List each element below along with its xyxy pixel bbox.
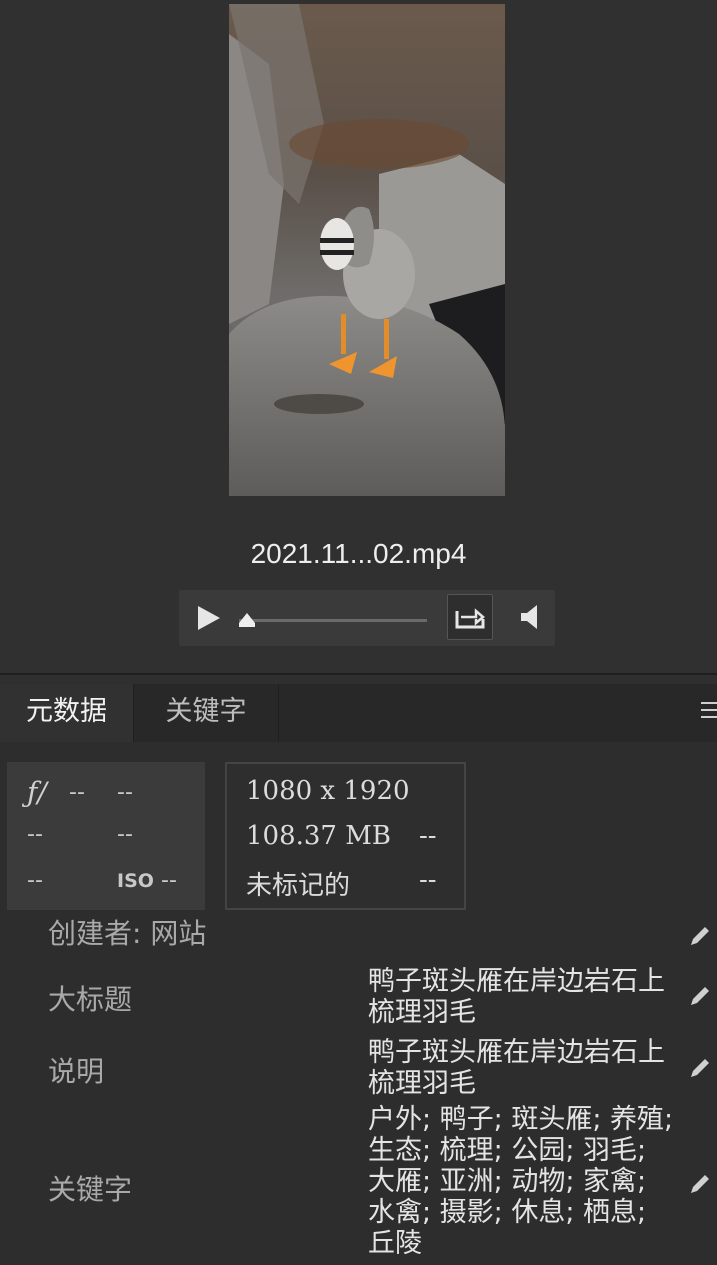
loop-icon bbox=[455, 608, 485, 629]
camera-field-a: -- bbox=[27, 822, 43, 847]
file-info-box: 1080 x 1920 108.37 MB -- 未标记的 -- bbox=[225, 762, 466, 910]
file-name: 2021.11...02.mp4 bbox=[250, 538, 467, 569]
panel-menu-icon[interactable] bbox=[701, 702, 717, 724]
tab-metadata[interactable]: 元数据 bbox=[0, 684, 134, 742]
headline-label: 大标题 bbox=[48, 983, 133, 1016]
description-label: 说明 bbox=[48, 1055, 105, 1088]
edit-pencil-icon[interactable] bbox=[688, 1172, 712, 1196]
video-player-controls bbox=[179, 590, 555, 646]
preview-pane: 2021.11...02.mp4 bbox=[0, 0, 717, 672]
creator-text: 创建者: 网站 bbox=[48, 918, 207, 948]
keywords-value[interactable]: 户外; 鸭子; 斑头雁; 养殖; 生态; 梳理; 公园; 羽毛; 大雁; 亚洲;… bbox=[368, 1104, 680, 1264]
label-status: 未标记的 bbox=[246, 871, 351, 901]
tab-keywords[interactable]: 关键字 bbox=[134, 684, 279, 742]
iso-label: ISO bbox=[117, 870, 154, 892]
label-extra: -- bbox=[419, 865, 437, 895]
volume-button[interactable] bbox=[517, 602, 547, 632]
edit-pencil-icon[interactable] bbox=[688, 1056, 712, 1080]
volume-icon bbox=[521, 605, 537, 629]
shutter-value: -- bbox=[117, 780, 133, 805]
edit-pencil-icon[interactable] bbox=[688, 924, 712, 948]
loop-button[interactable] bbox=[447, 594, 493, 640]
fstop-value: -- bbox=[69, 780, 85, 805]
iso-value: -- bbox=[161, 868, 177, 893]
edit-pencil-icon[interactable] bbox=[688, 984, 712, 1008]
video-thumbnail[interactable] bbox=[229, 4, 505, 496]
camera-field-b: -- bbox=[117, 822, 133, 847]
fstop-symbol: ƒ/ bbox=[27, 776, 47, 809]
camera-field-c: -- bbox=[27, 868, 43, 893]
creator-row: 创建者: 网站 bbox=[0, 918, 717, 948]
headline-value[interactable]: 鸭子斑头雁在岸边岩石上梳理羽毛 bbox=[368, 966, 680, 1028]
play-icon bbox=[198, 606, 220, 630]
panel-tabbar: 元数据 关键字 bbox=[0, 684, 717, 742]
keywords-label: 关键字 bbox=[48, 1173, 133, 1206]
file-size: 108.37 MB bbox=[246, 821, 391, 851]
play-button[interactable] bbox=[193, 603, 223, 633]
camera-info-box: ƒ/ -- -- -- -- -- ISO -- bbox=[7, 762, 205, 910]
pane-divider[interactable] bbox=[0, 673, 717, 675]
dimensions: 1080 x 1920 bbox=[246, 776, 410, 806]
scrub-track[interactable] bbox=[239, 619, 427, 622]
file-size-extra: -- bbox=[419, 821, 437, 851]
description-value[interactable]: 鸭子斑头雁在岸边岩石上梳理羽毛 bbox=[368, 1037, 680, 1099]
scrub-handle[interactable] bbox=[239, 613, 255, 623]
scrub-handle-base bbox=[239, 623, 255, 627]
